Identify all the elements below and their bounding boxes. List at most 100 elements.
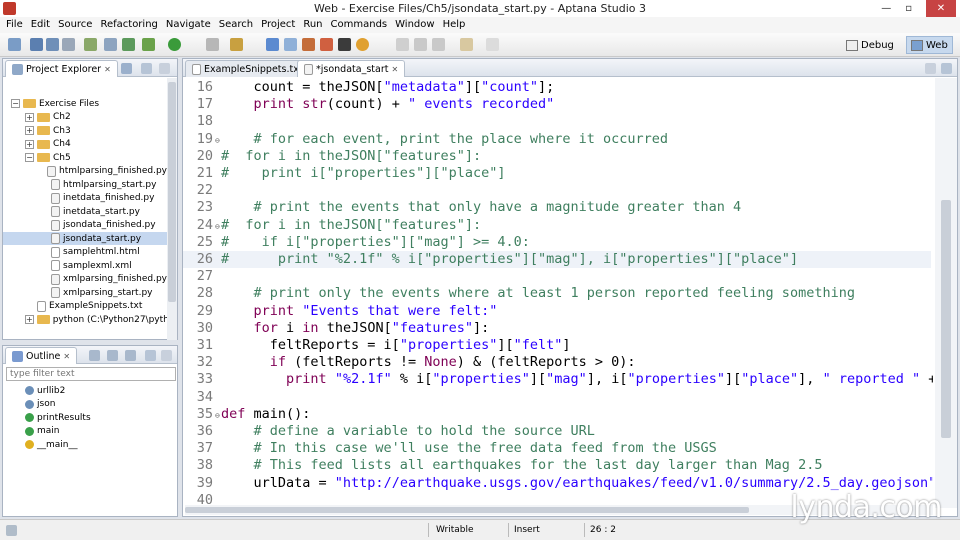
view-menu-icon[interactable]: [141, 63, 152, 74]
tab-project-explorer[interactable]: Project Explorer ✕: [5, 60, 118, 77]
minimize-editor-icon[interactable]: [925, 63, 936, 74]
menu-refactoring[interactable]: Refactoring: [96, 17, 161, 33]
editor-scrollbar[interactable]: [935, 78, 957, 508]
close-tab-icon[interactable]: ✕: [63, 352, 70, 361]
project-tree-item[interactable]: samplehtml.html: [3, 246, 167, 259]
code-line[interactable]: 33 print "%2.1f" % i["properties"]["mag"…: [183, 371, 933, 388]
code-line[interactable]: 16 count = theJSON["metadata"]["count"];: [183, 79, 931, 96]
expand-toggle-icon[interactable]: −: [11, 99, 20, 108]
editor-hscrollbar-thumb[interactable]: [185, 507, 749, 513]
menu-source[interactable]: Source: [54, 17, 96, 33]
project-tree-item[interactable]: − Ch5: [3, 151, 167, 164]
perspective-web[interactable]: Web: [906, 36, 953, 54]
code-line[interactable]: 31 feltReports = i["properties"]["felt"]: [183, 337, 931, 354]
menu-help[interactable]: Help: [439, 17, 470, 33]
format-icon[interactable]: [414, 38, 427, 51]
code-line[interactable]: 20 # for i in theJSON["features"]:: [183, 148, 931, 165]
code-line[interactable]: 37 # In this case we'll use the free dat…: [183, 440, 931, 457]
expand-toggle-icon[interactable]: +: [25, 126, 34, 135]
project-tree-item[interactable]: + python (C:\Python27\pytho: [3, 313, 167, 326]
minimize-view-icon[interactable]: [159, 63, 170, 74]
hide-fields-icon[interactable]: [107, 350, 118, 361]
editor-scrollbar-thumb[interactable]: [941, 200, 951, 438]
project-tree-item[interactable]: htmlparsing_finished.py: [3, 165, 167, 178]
project-tree-item[interactable]: xmlparsing_finished.py: [3, 273, 167, 286]
expand-toggle-icon[interactable]: +: [25, 139, 34, 149]
open-type-icon[interactable]: [104, 38, 117, 51]
code-area[interactable]: 16 count = theJSON["metadata"]["count"];…: [183, 79, 933, 505]
image-icon[interactable]: [320, 38, 333, 51]
forward-icon[interactable]: [486, 38, 499, 51]
hide-nonpublic-icon[interactable]: [125, 350, 136, 361]
project-tree-item[interactable]: + Ch4: [3, 138, 167, 151]
edit-icon[interactable]: [396, 38, 409, 51]
code-line[interactable]: 38 # This feed lists all earthquakes for…: [183, 457, 931, 474]
home-icon[interactable]: [302, 38, 315, 51]
outline-item[interactable]: json: [3, 398, 173, 411]
close-button[interactable]: ✕: [926, 0, 956, 17]
build-icon[interactable]: [122, 38, 135, 51]
code-line[interactable]: 21 # print i["properties"]["place"]: [183, 165, 931, 182]
tab-outline[interactable]: Outline ✕: [5, 347, 78, 364]
code-line[interactable]: 29 print "Events that were felt:": [183, 303, 931, 320]
external-tools-icon[interactable]: [206, 38, 219, 51]
outline-view-icon[interactable]: [284, 38, 297, 51]
terminal-icon[interactable]: [338, 38, 351, 51]
code-line[interactable]: 36 # define a variable to hold the sourc…: [183, 423, 931, 440]
project-tree-item[interactable]: jsondata_finished.py: [3, 219, 167, 232]
menu-search[interactable]: Search: [215, 17, 257, 33]
fast-view-icon[interactable]: [6, 525, 17, 536]
project-tree-item[interactable]: jsondata_start.py: [3, 232, 167, 245]
outline-filter-input[interactable]: [6, 367, 176, 381]
menu-navigate[interactable]: Navigate: [162, 17, 215, 33]
code-line[interactable]: 27: [183, 268, 931, 285]
expand-toggle-icon[interactable]: −: [25, 153, 34, 162]
code-line[interactable]: 18: [183, 113, 931, 130]
debug-icon[interactable]: [142, 38, 155, 51]
print-icon[interactable]: [62, 38, 75, 51]
project-tree-item[interactable]: + Ch2: [3, 111, 167, 124]
new-project-icon[interactable]: [84, 38, 97, 51]
collapse-all-icon[interactable]: [121, 63, 132, 74]
perspective-debug[interactable]: Debug: [842, 36, 898, 54]
save-icon[interactable]: [30, 38, 43, 51]
minimize-view-icon[interactable]: [161, 350, 172, 361]
menu-run[interactable]: Run: [299, 17, 326, 33]
code-line[interactable]: 34: [183, 389, 931, 406]
code-line[interactable]: 32 if (feltReports != None) & (feltRepor…: [183, 354, 931, 371]
color-icon[interactable]: [356, 38, 369, 51]
code-line[interactable]: 26 # print "%2.1f" % i["properties"]["mag…: [183, 251, 931, 268]
menu-edit[interactable]: Edit: [27, 17, 54, 33]
close-tab-icon[interactable]: ✕: [391, 65, 398, 74]
editor-tab[interactable]: ExampleSnippets.txt: [185, 60, 310, 77]
sort-icon[interactable]: [89, 350, 100, 361]
project-tree-item[interactable]: + Ch3: [3, 124, 167, 137]
mark-icon[interactable]: [432, 38, 445, 51]
code-line[interactable]: 28 # print only the events where at leas…: [183, 285, 931, 302]
outline-item[interactable]: main: [3, 425, 173, 438]
back-icon[interactable]: [460, 38, 473, 51]
scrollbar-thumb[interactable]: [168, 82, 176, 302]
project-tree-item[interactable]: − Exercise Files: [3, 97, 167, 110]
code-line[interactable]: 17 print str(count) + " events recorded": [183, 96, 931, 113]
menu-window[interactable]: Window: [391, 17, 438, 33]
run-icon[interactable]: [168, 38, 181, 51]
deploy-icon[interactable]: [230, 38, 243, 51]
outline-item[interactable]: printResults: [3, 411, 173, 424]
menu-commands[interactable]: Commands: [327, 17, 392, 33]
project-explorer-scrollbar[interactable]: [167, 78, 177, 340]
outline-item[interactable]: __main__: [3, 438, 173, 451]
outline-item[interactable]: urllib2: [3, 384, 173, 397]
editor-tab[interactable]: *jsondata_start ✕: [297, 60, 406, 77]
close-tab-icon[interactable]: ✕: [104, 65, 111, 74]
code-line[interactable]: 19 ⊖ # for each event, print the place wh…: [183, 131, 931, 148]
code-line[interactable]: 35 ⊖def main():: [183, 406, 931, 423]
menu-project[interactable]: Project: [257, 17, 299, 33]
view-menu-icon[interactable]: [145, 350, 156, 361]
project-tree-item[interactable]: samplexml.xml: [3, 259, 167, 272]
expand-toggle-icon[interactable]: +: [25, 315, 34, 324]
project-tree-item[interactable]: inetdata_start.py: [3, 205, 167, 218]
project-tree-item[interactable]: xmlparsing_start.py: [3, 286, 167, 299]
project-tree-item[interactable]: ExampleSnippets.txt: [3, 300, 167, 313]
project-tree-item[interactable]: htmlparsing_start.py: [3, 178, 167, 191]
